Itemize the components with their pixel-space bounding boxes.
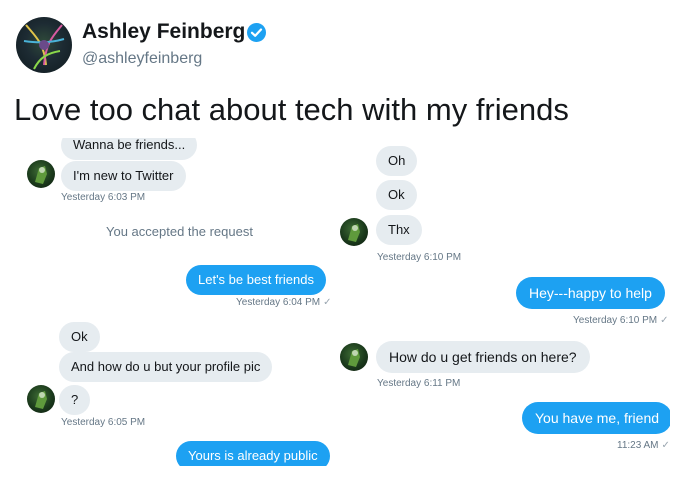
incoming-message: ? — [59, 385, 91, 415]
incoming-message: How do u get friends on here? — [376, 341, 590, 373]
user-avatar — [27, 160, 55, 188]
tweet-header: Ashley Feinberg @ashleyfeinberg — [0, 0, 680, 88]
tweet-text: Love too chat about tech with my friends — [14, 92, 569, 127]
author-handle[interactable]: @ashleyfeinberg — [82, 50, 202, 68]
incoming-message: Wanna be friends... — [61, 138, 198, 160]
message-timestamp: Yesterday 6:10 PM — [377, 252, 462, 263]
incoming-message: I'm new to Twitter — [61, 161, 186, 191]
outgoing-message: Let's be best friends — [186, 265, 326, 295]
timestamp-text: Yesterday 6:04 PM — [236, 297, 321, 308]
check-icon: ✓ — [661, 440, 670, 451]
message-timestamp: Yesterday 6:10 PM ✓ — [573, 315, 669, 326]
outgoing-message: Yours is already public — [176, 441, 330, 466]
author-name[interactable]: Ashley Feinberg — [82, 20, 245, 44]
verified-badge-icon — [247, 23, 266, 42]
outgoing-message: You have me, friend — [522, 402, 670, 434]
incoming-message: Ok — [376, 180, 417, 210]
incoming-message: And how do u but your profile pic — [59, 352, 273, 382]
message-timestamp: Yesterday 6:05 PM — [61, 417, 146, 428]
timestamp-text: 11:23 AM — [617, 440, 659, 451]
left-dm-screenshot: Wanna be friends... I'm new to Twitter Y… — [14, 138, 339, 466]
user-avatar — [340, 218, 368, 246]
incoming-message: Oh — [376, 146, 418, 176]
message-timestamp: 11:23 AM ✓ — [617, 440, 670, 451]
system-message: You accepted the request — [106, 224, 253, 239]
incoming-message: Ok — [59, 322, 100, 352]
message-timestamp: Yesterday 6:11 PM — [377, 378, 461, 389]
timestamp-text: Yesterday 6:10 PM — [573, 315, 658, 326]
outgoing-message: Hey---happy to help — [516, 277, 665, 309]
check-icon: ✓ — [660, 315, 669, 326]
message-timestamp: Yesterday 6:03 PM — [61, 192, 146, 203]
user-avatar — [340, 343, 368, 371]
right-dm-screenshot: Oh Ok Thx Yesterday 6:10 PM Hey---happy … — [340, 138, 670, 466]
message-timestamp: Yesterday 6:04 PM ✓ — [236, 297, 332, 308]
incoming-message: Thx — [376, 215, 422, 245]
user-avatar — [27, 385, 55, 413]
author-avatar[interactable] — [16, 17, 72, 73]
check-icon: ✓ — [323, 297, 332, 308]
